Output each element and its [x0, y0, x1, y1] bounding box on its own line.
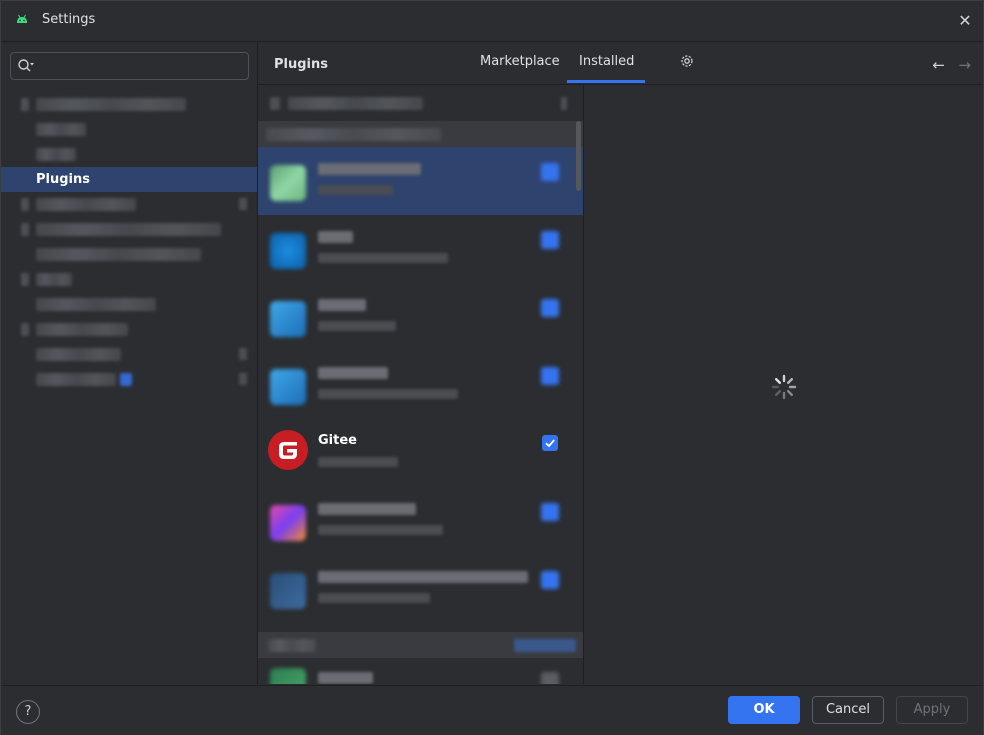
plugin-icon: [270, 301, 306, 337]
settings-window: Settings ✕ Plugins Plugins Marketplace I…: [0, 0, 984, 735]
plugin-row[interactable]: [258, 487, 583, 555]
plugin-checkbox[interactable]: [541, 571, 559, 589]
plugin-checkbox[interactable]: [541, 367, 559, 385]
close-icon[interactable]: ✕: [955, 11, 975, 31]
help-button[interactable]: ?: [16, 700, 40, 724]
android-icon: [17, 14, 27, 23]
ok-button[interactable]: OK: [728, 696, 800, 724]
settings-tree: Plugins: [1, 92, 257, 392]
plugin-row[interactable]: [258, 555, 583, 623]
search-icon: [18, 59, 34, 72]
tree-item[interactable]: [1, 342, 257, 367]
plugin-icon: [270, 505, 306, 541]
loading-spinner-icon: [771, 374, 797, 400]
active-tab-indicator: [567, 80, 645, 83]
plugin-search-input[interactable]: [258, 85, 583, 121]
plugin-checkbox[interactable]: [541, 163, 559, 181]
tree-item[interactable]: [1, 267, 257, 292]
tab-marketplace[interactable]: Marketplace: [480, 54, 560, 69]
tab-installed[interactable]: Installed: [579, 54, 634, 69]
plugin-row-gitee[interactable]: Gitee: [258, 419, 583, 487]
plugin-row[interactable]: [258, 351, 583, 419]
back-arrow-icon[interactable]: ←: [932, 56, 945, 74]
cancel-button[interactable]: Cancel: [812, 696, 884, 724]
plugin-name: Gitee: [318, 433, 357, 448]
tree-item[interactable]: [1, 117, 257, 142]
plugin-row[interactable]: [258, 283, 583, 351]
plugin-icon: [270, 369, 306, 405]
plugin-row[interactable]: [258, 147, 583, 215]
tree-item[interactable]: [1, 217, 257, 242]
tree-item[interactable]: [1, 92, 257, 117]
tree-item[interactable]: [1, 142, 257, 167]
plugin-checkbox[interactable]: [541, 503, 559, 521]
plugin-row[interactable]: [258, 658, 583, 684]
plugin-enabled-checkbox[interactable]: [542, 435, 558, 451]
plugin-icon: [270, 668, 306, 684]
tree-item[interactable]: [1, 367, 257, 392]
tree-item[interactable]: [1, 242, 257, 267]
plugin-row[interactable]: [258, 215, 583, 283]
tree-item[interactable]: [1, 317, 257, 342]
plugin-checkbox[interactable]: [541, 299, 559, 317]
group-header: [258, 632, 583, 658]
dialog-footer: ? OK Cancel Apply: [1, 685, 983, 735]
gitee-logo-icon: [268, 430, 308, 470]
tree-item[interactable]: [1, 292, 257, 317]
plugin-icon: [270, 233, 306, 269]
window-title: Settings: [42, 12, 96, 27]
plugin-checkbox[interactable]: [541, 672, 559, 684]
sidebar-item-plugins[interactable]: Plugins: [1, 167, 257, 192]
title-bar: Settings ✕: [1, 1, 983, 42]
plugins-header: Plugins Marketplace Installed ← →: [258, 42, 983, 85]
sidebar-item-label: Plugins: [36, 172, 90, 187]
gear-icon[interactable]: [679, 53, 695, 69]
plugin-icon: [270, 573, 306, 609]
plugin-icon: [270, 165, 306, 201]
forward-arrow-icon[interactable]: →: [958, 56, 971, 74]
plugin-checkbox[interactable]: [541, 231, 559, 249]
page-title: Plugins: [274, 57, 328, 72]
tree-item[interactable]: [1, 192, 257, 217]
scrollbar[interactable]: [576, 121, 581, 191]
group-header: [258, 121, 583, 147]
apply-button[interactable]: Apply: [896, 696, 968, 724]
checkmark-icon: [545, 439, 555, 448]
settings-sidebar: Plugins: [1, 42, 258, 684]
plugins-list: Gitee: [258, 85, 584, 684]
plugin-detail-panel: [584, 85, 983, 684]
settings-search-input[interactable]: [10, 52, 249, 80]
